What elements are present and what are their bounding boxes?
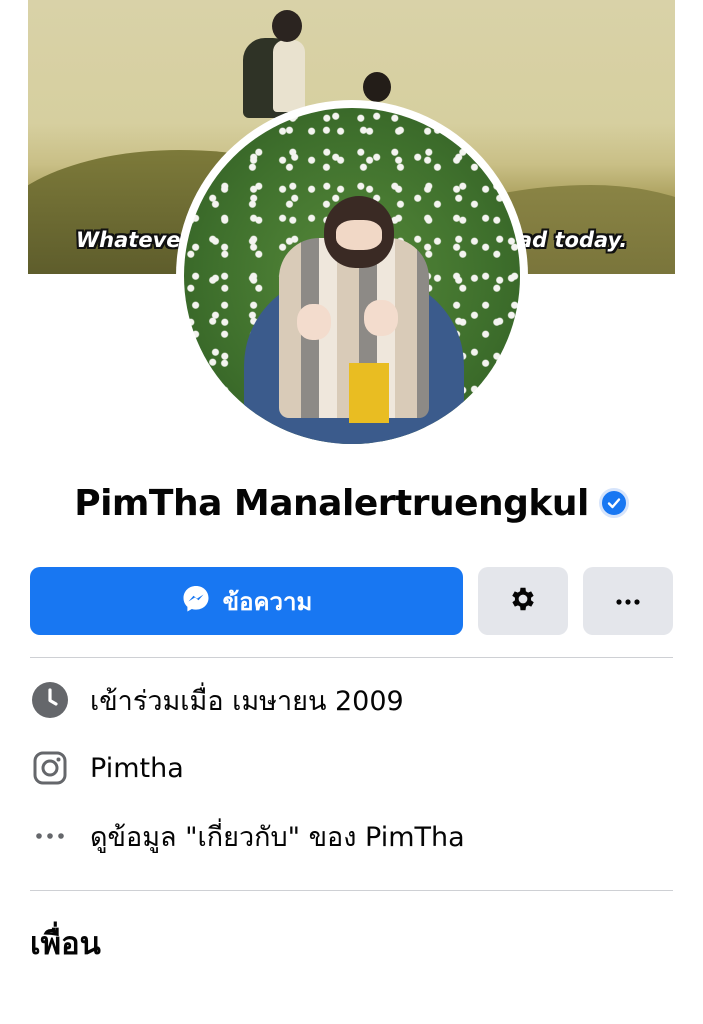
avatar-face [336,220,382,250]
intro-item-instagram[interactable]: Pimtha [30,746,184,790]
intro-about-link[interactable]: ดูข้อมูล "เกี่ยวกับ" ของ PimTha [90,815,465,858]
more-options-button[interactable] [583,567,673,635]
profile-picture[interactable] [184,108,520,444]
avatar-yellow-shirt [349,363,389,423]
divider-bottom [30,890,673,891]
more-horizontal-icon [613,592,643,611]
cover-person-shirt [273,40,305,112]
intro-joined-text: เข้าร่วมเมื่อ เมษายน 2009 [90,685,404,717]
friends-section-title[interactable]: เพื่อน [30,918,101,968]
cover-subtitle-left: Whateve [76,228,181,252]
verified-badge-icon [598,488,629,518]
cover-subtitle-right: ad today. [518,228,628,252]
more-horizontal-icon [30,816,70,856]
intro-item-joined: เข้าร่วมเมื่อ เมษายน 2009 [30,678,404,722]
instagram-icon [30,748,70,788]
settings-button[interactable] [478,567,568,635]
profile-name: PimTha Manalertruengkul [74,482,589,524]
divider-top [30,657,673,658]
message-button[interactable]: ข้อความ [30,567,463,635]
cover-person2-head [363,72,391,102]
cover-person-head [272,10,302,42]
intro-item-about[interactable]: ดูข้อมูล "เกี่ยวกับ" ของ PimTha [30,814,465,858]
avatar-hand-right [364,300,398,336]
profile-name-row: PimTha Manalertruengkul [0,478,703,528]
messenger-icon [181,584,211,618]
avatar-hand-left [297,304,331,340]
message-button-label: ข้อความ [222,587,313,616]
clock-icon [30,680,70,720]
intro-instagram-text[interactable]: Pimtha [90,753,184,784]
gear-icon [508,584,538,618]
